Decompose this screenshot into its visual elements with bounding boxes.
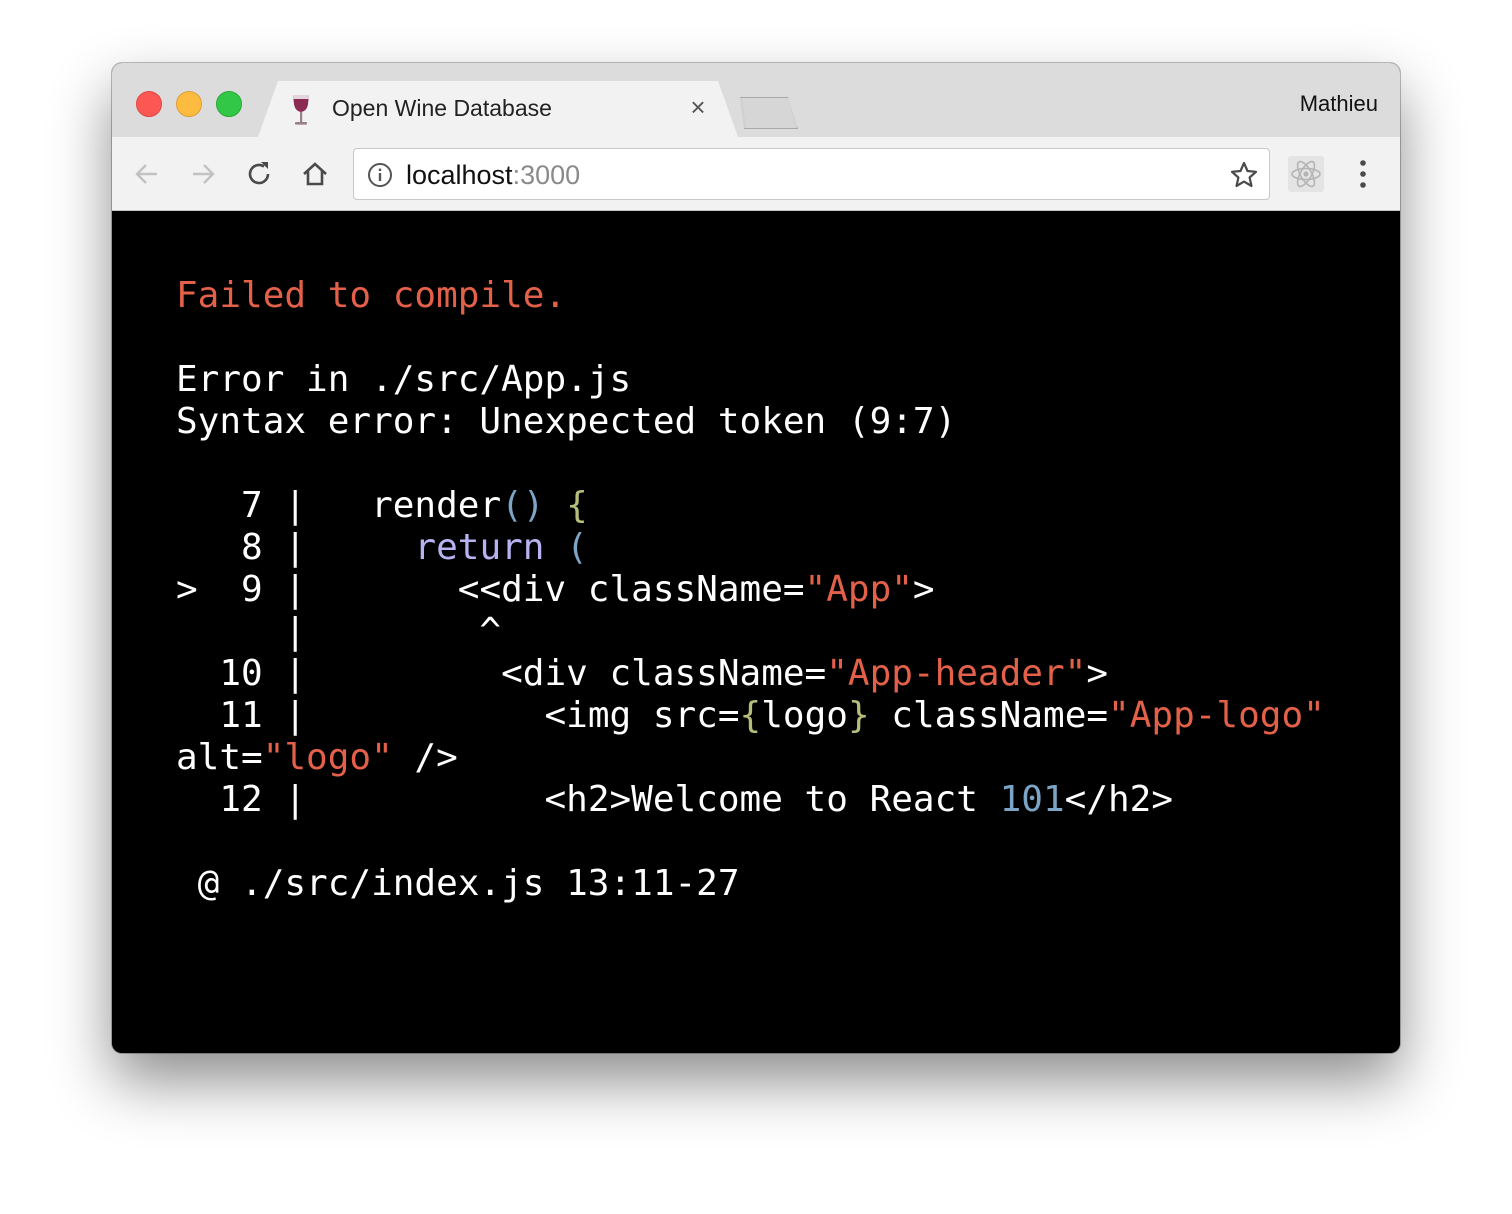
url-text: localhost:3000 xyxy=(406,160,580,191)
error-caret-line: | ^ xyxy=(176,611,502,652)
star-icon[interactable] xyxy=(1229,160,1259,190)
code-line-12: 12 | <h2>Welcome to React 101</h2> xyxy=(176,779,1174,820)
tab-title: Open Wine Database xyxy=(332,95,552,121)
url-port: :3000 xyxy=(512,160,581,190)
wine-glass-icon xyxy=(293,95,309,125)
reload-icon[interactable] xyxy=(242,157,276,191)
code-line-9: > 9 | <<div className="App"> xyxy=(176,569,935,610)
tab-open-wine-database[interactable]: Open Wine Database × xyxy=(258,81,738,137)
forward-arrow-icon[interactable] xyxy=(186,157,220,191)
compile-error-overlay: Failed to compile. Error in ./src/App.js… xyxy=(176,275,1366,905)
close-window-button[interactable] xyxy=(136,91,162,117)
error-heading: Failed to compile. xyxy=(176,275,567,316)
error-file-line: Error in ./src/App.js xyxy=(176,359,632,400)
code-line-11-wrap: alt="logo" /> xyxy=(176,737,458,778)
close-icon[interactable]: × xyxy=(686,93,710,121)
address-bar[interactable]: localhost:3000 xyxy=(353,148,1270,200)
code-line-8: 8 | return ( xyxy=(176,527,588,568)
info-icon[interactable] xyxy=(366,161,394,189)
browser-window: Open Wine Database × Mathieu localhost:3… xyxy=(112,63,1400,1053)
title-bar: Open Wine Database × Mathieu xyxy=(112,63,1400,137)
page-content: Failed to compile. Error in ./src/App.js… xyxy=(112,211,1400,1053)
code-line-11: 11 | <img src={logo} className="App-logo… xyxy=(176,695,1325,736)
profile-name[interactable]: Mathieu xyxy=(1300,91,1378,117)
error-message: Syntax error: Unexpected token (9:7) xyxy=(176,401,957,442)
home-icon[interactable] xyxy=(298,157,332,191)
react-extension-icon[interactable] xyxy=(1288,156,1324,192)
code-line-10: 10 | <div className="App-header"> xyxy=(176,653,1108,694)
maximize-window-button[interactable] xyxy=(216,91,242,117)
error-location: @ ./src/index.js 13:11-27 xyxy=(176,863,740,904)
url-host: localhost xyxy=(406,160,513,190)
back-arrow-icon[interactable] xyxy=(130,157,164,191)
menu-icon[interactable] xyxy=(1352,157,1374,191)
minimize-window-button[interactable] xyxy=(176,91,202,117)
code-line-7: 7 | render() { xyxy=(176,485,588,526)
browser-toolbar: localhost:3000 xyxy=(112,137,1400,211)
